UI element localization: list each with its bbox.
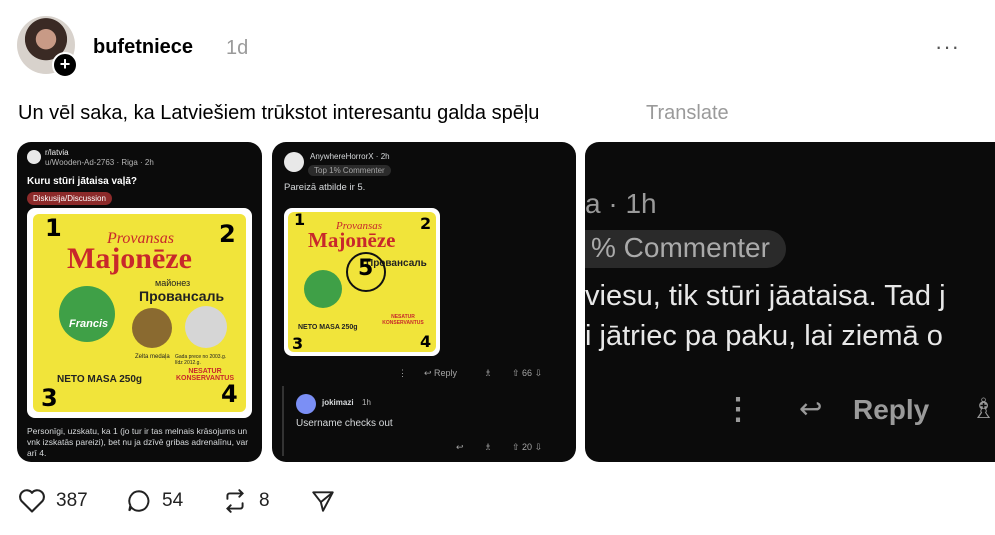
like-button[interactable]: 387: [18, 488, 88, 514]
corner-3-label-small: 3: [292, 334, 304, 353]
translate-link[interactable]: Translate: [646, 102, 729, 125]
username[interactable]: bufetniece: [93, 36, 193, 59]
media-card-2[interactable]: AnywhereHorrorX · 2h Top 1% Commenter Pa…: [272, 142, 576, 462]
repost-icon: [226, 489, 244, 513]
corner-2-label: 2: [219, 220, 236, 248]
subreddit-name: r/latvia: [45, 148, 69, 157]
repost-count: 8: [259, 490, 270, 511]
post-time: 1d: [226, 37, 249, 59]
reply-author: jokimazi: [322, 398, 354, 407]
corner-1-label: 1: [45, 214, 62, 242]
comment-mayo-image: Provansas Majonēze Провансаль 5 NETO MAS…: [284, 208, 440, 356]
zoomed-reply-icon[interactable]: ↩: [799, 392, 822, 425]
corner-5-label: 5: [358, 256, 374, 281]
media-card-3[interactable]: a · 1h % Commenter viesu, tik stūri jāat…: [585, 142, 995, 462]
reddit-post-title: Kuru stūri jātaisa vaļā?: [27, 176, 138, 187]
like-count: 387: [56, 490, 88, 511]
corner-1-label-small: 1: [294, 210, 306, 229]
mayo-ru-small: майонез: [155, 278, 191, 288]
repost-button[interactable]: 8: [221, 488, 270, 514]
vote-control[interactable]: ⇧ 66 ⇩: [512, 368, 542, 379]
medal-icon: [132, 308, 172, 348]
reply-reply-icon[interactable]: ↩: [456, 442, 464, 453]
mayo-brand-main: Majonēze: [67, 242, 192, 275]
award-icon[interactable]: ♗: [484, 368, 492, 379]
post-author: u/Wooden-Ad-2763 · Riga · 2h: [45, 158, 154, 167]
quality-seal-icon: [185, 306, 227, 348]
flair-badge: Diskusija/Discussion: [27, 192, 112, 205]
comment-author: AnywhereHorrorX · 2h: [310, 152, 390, 161]
mayo-ru-main: Провансаль: [139, 288, 225, 304]
francis-logo: [59, 286, 115, 342]
reply-time: 1h: [362, 398, 371, 407]
corner-4-label: 4: [221, 380, 238, 408]
reply-text: Username checks out: [296, 418, 393, 429]
zoomed-badge: % Commenter: [585, 230, 786, 268]
share-button[interactable]: [310, 488, 346, 514]
zoomed-line-1: viesu, tik stūri jāataisa. Tad j: [585, 280, 946, 312]
medal-text: Zelta medaļa: [135, 354, 170, 360]
mayo-brand-main-small: Majonēze: [308, 228, 396, 252]
follow-plus-icon[interactable]: +: [52, 52, 78, 78]
comment-text: Pareizā atbilde ir 5.: [284, 182, 366, 193]
zoomed-reply-label[interactable]: Reply: [853, 394, 929, 426]
corner-4-label-small: 4: [420, 332, 432, 351]
commenter-avatar: [284, 152, 304, 172]
quality-text: Gada prece no 2003.g. līdz 2012.g.: [175, 354, 227, 366]
zoomed-time: a · 1h: [585, 188, 657, 219]
reply-vote-control[interactable]: ⇧ 20 ⇩: [512, 442, 542, 453]
thread-line: [282, 386, 284, 456]
comment-button[interactable]: 54: [126, 488, 183, 514]
reddit-post-body: Personīgi, uzskatu, ka 1 (jo tur ir tas …: [27, 426, 249, 458]
zoomed-more-icon[interactable]: ⋮: [723, 392, 753, 427]
reply-label: Reply: [434, 368, 458, 378]
subreddit-icon: [27, 150, 41, 164]
share-icon: [312, 491, 334, 512]
comment-more-icon[interactable]: ⋮: [398, 368, 407, 379]
corner-2-label-small: 2: [420, 214, 432, 233]
more-options-icon[interactable]: ···: [935, 34, 960, 60]
zoomed-award-icon[interactable]: ♗: [971, 392, 995, 425]
vote-count: 66: [522, 368, 533, 378]
top-commenter-badge: Top 1% Commenter: [308, 165, 391, 176]
media-card-1[interactable]: r/latvia u/Wooden-Ad-2763 · Riga · 2h Ku…: [17, 142, 262, 462]
francis-logo-small: [304, 270, 342, 308]
francis-logo-text: Francis: [69, 318, 109, 330]
comment-count: 54: [162, 490, 184, 511]
mayo-image: Provansas Majonēze майонез Провансаль Fr…: [27, 208, 252, 418]
neto-mass-small: NETO MASA 250g: [298, 324, 358, 331]
no-preservatives-small: NESATUR KONSERVANTUS: [382, 314, 424, 326]
comment-icon: [128, 490, 150, 512]
heart-icon: [19, 489, 45, 513]
corner-3-label: 3: [41, 384, 58, 412]
neto-mass: NETO MASA 250g: [57, 374, 143, 385]
reply-vote-count: 20: [522, 442, 533, 452]
reply-award-icon[interactable]: ♗: [484, 442, 492, 453]
post-text: Un vēl saka, ka Latviešiem trūkstot inte…: [18, 102, 540, 124]
reply-avatar: [296, 394, 316, 414]
reply-button[interactable]: ↩ Reply: [424, 368, 457, 379]
zoomed-line-2: i jātriec pa paku, lai ziemā o: [585, 320, 943, 352]
